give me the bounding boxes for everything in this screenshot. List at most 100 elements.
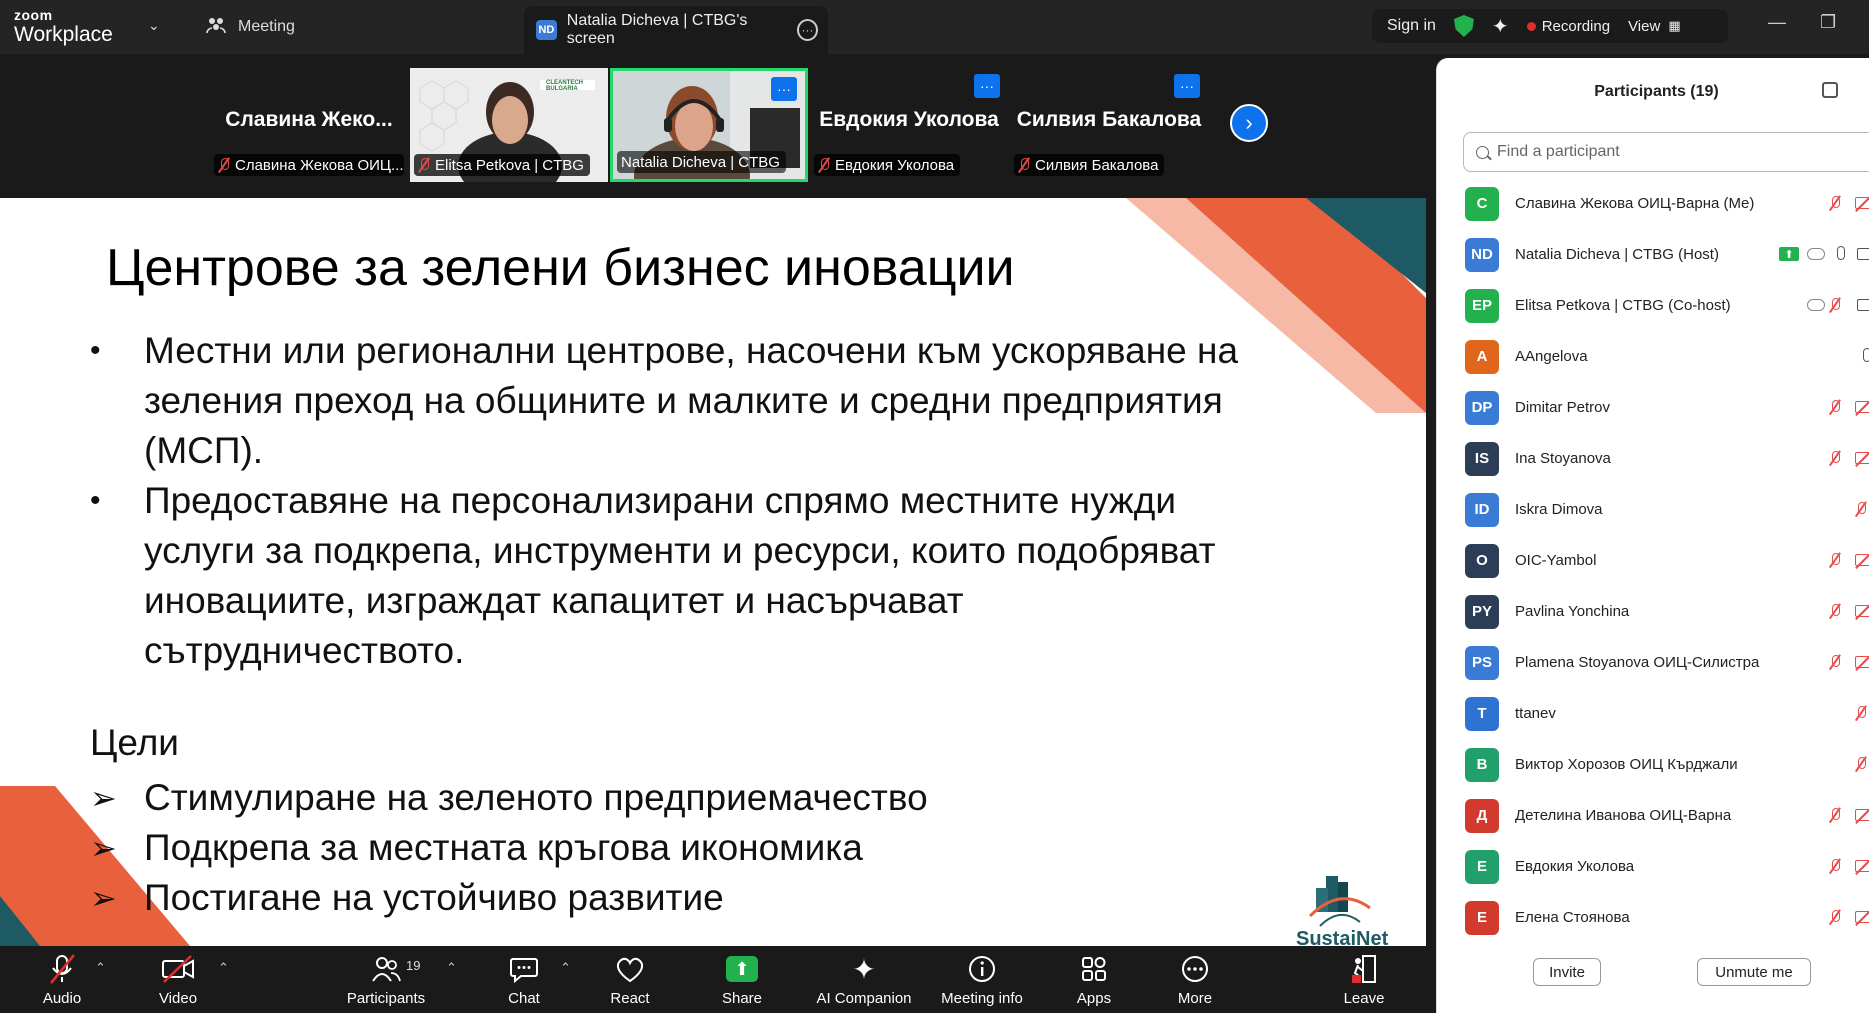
security-shield-icon[interactable] bbox=[1453, 15, 1474, 37]
participant-name: Елена Стоянова bbox=[1515, 909, 1630, 926]
goal-item: ➢ Постигане на устойчиво развитие bbox=[90, 873, 928, 923]
restore-icon[interactable]: ❐ bbox=[1820, 12, 1836, 33]
leave-label: Leave bbox=[1343, 990, 1385, 1007]
slide-bullet: • Местни или регионални центрове, насочен… bbox=[90, 326, 1270, 476]
video-tile[interactable]: Славина Жеко... Славина Жекова ОИЦ... bbox=[210, 68, 408, 182]
pop-out-icon[interactable] bbox=[1822, 82, 1838, 98]
recording-indicator[interactable]: Recording bbox=[1526, 18, 1610, 35]
more-icon bbox=[1135, 952, 1255, 986]
participant-row[interactable]: IS Ina Stoyanova bbox=[1437, 433, 1869, 484]
participant-name: Виктор Хорозов ОИЦ Кърджали bbox=[1515, 756, 1738, 773]
tile-name-label: Elitsa Petkova | CTBG bbox=[414, 154, 590, 176]
screen-share-icon: ⬆ bbox=[1779, 247, 1799, 261]
ai-companion-button[interactable]: ✦ AI Companion bbox=[802, 952, 926, 1008]
view-button[interactable]: View ▦ bbox=[1628, 18, 1681, 35]
record-dot-icon bbox=[1526, 21, 1536, 31]
more-options-icon[interactable]: ··· bbox=[797, 19, 818, 41]
tile-label-text: Elitsa Petkova | CTBG bbox=[435, 156, 584, 174]
screen-share-tab[interactable]: ND Natalia Dicheva | CTBG's screen ··· bbox=[524, 6, 828, 54]
participant-row[interactable]: A AAngelova bbox=[1437, 331, 1869, 382]
tile-name-label: Евдокия Уколова bbox=[814, 154, 961, 176]
video-tile[interactable]: ··· Евдокия Уколова Евдокия Уколова bbox=[810, 68, 1008, 182]
sparkle-icon[interactable]: ✦ bbox=[1492, 14, 1509, 39]
video-options-caret-icon[interactable]: ⌃ bbox=[218, 960, 229, 976]
cloud-recording-icon bbox=[1807, 248, 1825, 260]
tile-name-label: Силвия Бакалова bbox=[1014, 154, 1165, 176]
audio-options-caret-icon[interactable]: ⌃ bbox=[95, 960, 106, 976]
participants-button[interactable]: Participants bbox=[326, 952, 446, 1007]
participant-row[interactable]: DP Dimitar Petrov bbox=[1437, 382, 1869, 433]
participants-panel: Participants (19) Find a participant С Сл… bbox=[1436, 58, 1869, 1013]
share-icon-wrap: ⬆ bbox=[682, 952, 802, 986]
tile-display-name: Евдокия Уколова bbox=[819, 108, 999, 131]
participant-row[interactable]: Е Евдокия Уколова bbox=[1437, 841, 1869, 892]
participant-name: Pavlina Yonchina bbox=[1515, 603, 1630, 620]
participant-row[interactable]: Е Елена Стоянова bbox=[1437, 892, 1869, 943]
participant-search-input[interactable]: Find a participant bbox=[1463, 132, 1869, 172]
participant-row[interactable]: PS Plamena Stoyanova ОИЦ-Силистра bbox=[1437, 637, 1869, 688]
video-icon bbox=[1857, 248, 1869, 260]
participant-row[interactable]: Д Детелина Иванова ОИЦ-Варна bbox=[1437, 790, 1869, 841]
participant-row[interactable]: В Виктор Хорозов ОИЦ Кърджали bbox=[1437, 739, 1869, 790]
video-off-icon bbox=[1855, 860, 1869, 872]
participant-avatar: IS bbox=[1465, 441, 1499, 476]
video-off-icon bbox=[1855, 554, 1869, 566]
meeting-tab[interactable]: Meeting bbox=[206, 14, 295, 40]
mic-muted-icon bbox=[1829, 808, 1841, 823]
participant-avatar: PS bbox=[1465, 645, 1499, 680]
leave-button[interactable]: Leave bbox=[1304, 952, 1424, 1007]
participant-avatar: EP bbox=[1465, 288, 1499, 323]
mic-icon bbox=[1863, 348, 1869, 362]
unmute-me-button[interactable]: Unmute me bbox=[1697, 958, 1811, 986]
search-placeholder: Find a participant bbox=[1497, 143, 1620, 160]
participant-avatar: DP bbox=[1465, 390, 1499, 425]
tile-more-button[interactable]: ··· bbox=[1174, 74, 1200, 98]
cleantech-logo: CLEANTECH BULGARIA bbox=[546, 80, 583, 92]
participant-name: Детелина Иванова ОИЦ-Варна bbox=[1515, 807, 1732, 824]
video-label: Video bbox=[158, 990, 198, 1007]
top-bar: zoom Workplace ⌄ Meeting ND Natalia Dich… bbox=[0, 0, 1869, 54]
participant-avatar: Д bbox=[1465, 798, 1499, 833]
zoom-workplace-logo[interactable]: zoom Workplace bbox=[14, 8, 113, 45]
tile-name-label: Natalia Dicheva | CTBG bbox=[617, 151, 786, 173]
slide-title: Центрове за зелени бизнес иновации bbox=[106, 239, 1015, 297]
video-off-icon bbox=[1855, 605, 1869, 617]
participant-name: Iskra Dimova bbox=[1515, 501, 1603, 518]
tile-more-button[interactable]: ··· bbox=[771, 77, 797, 101]
invite-button[interactable]: Invite bbox=[1533, 958, 1601, 986]
mic-muted-icon bbox=[1829, 196, 1841, 211]
goal-item: ➢ Подкрепа за местната кръгова икономика bbox=[90, 823, 928, 873]
video-tile[interactable]: CLEANTECH BULGARIA Elitsa Petkova | CTBG bbox=[410, 68, 608, 182]
participant-row[interactable]: PY Pavlina Yonchina bbox=[1437, 586, 1869, 637]
goal-text: Подкрепа за местната кръгова икономика bbox=[144, 827, 863, 868]
more-button[interactable]: More bbox=[1135, 952, 1255, 1007]
participants-options-caret-icon[interactable]: ⌃ bbox=[446, 960, 457, 976]
participant-row[interactable]: O OIC-Yambol bbox=[1437, 535, 1869, 586]
goals-heading: Цели bbox=[90, 722, 179, 763]
meeting-info-button[interactable]: Meeting info bbox=[922, 952, 1042, 1007]
participant-row[interactable]: EP Elitsa Petkova | CTBG (Co-host) bbox=[1437, 280, 1869, 331]
minimize-icon[interactable]: — bbox=[1768, 12, 1786, 33]
video-off-icon bbox=[1855, 452, 1869, 464]
tile-label-text: Силвия Бакалова bbox=[1035, 156, 1159, 174]
participants-label: Participants bbox=[346, 990, 426, 1007]
participant-avatar: T bbox=[1465, 696, 1499, 731]
participant-name: ttanev bbox=[1515, 705, 1556, 722]
share-button[interactable]: ⬆ Share bbox=[682, 952, 802, 1007]
sign-in-button[interactable]: Sign in bbox=[1387, 17, 1436, 35]
participant-row[interactable]: Tttanev bbox=[1437, 688, 1869, 739]
participant-row[interactable]: С Славина Жекова ОИЦ-Варна (Me) bbox=[1437, 178, 1869, 229]
ai-sparkle-icon: ✦ bbox=[852, 953, 876, 985]
chevron-down-icon[interactable]: ⌄ bbox=[148, 17, 160, 34]
participant-row[interactable]: ID Iskra Dimova bbox=[1437, 484, 1869, 535]
tile-more-button[interactable]: ··· bbox=[974, 74, 1000, 98]
top-right-controls: Sign in ✦ Recording View ▦ bbox=[1372, 9, 1728, 43]
more-label: More bbox=[1177, 990, 1213, 1007]
next-page-arrow-icon[interactable]: › bbox=[1230, 104, 1268, 142]
video-tile[interactable]: ··· Силвия Бакалова Силвия Бакалова bbox=[1010, 68, 1208, 182]
react-button[interactable]: React bbox=[570, 952, 690, 1007]
participant-row[interactable]: ND Natalia Dicheva | CTBG (Host) ⬆ bbox=[1437, 229, 1869, 280]
participant-avatar: O bbox=[1465, 543, 1499, 578]
participant-avatar: Е bbox=[1465, 900, 1499, 935]
video-tile-active-speaker[interactable]: ··· Natalia Dicheva | CTBG bbox=[610, 68, 808, 182]
